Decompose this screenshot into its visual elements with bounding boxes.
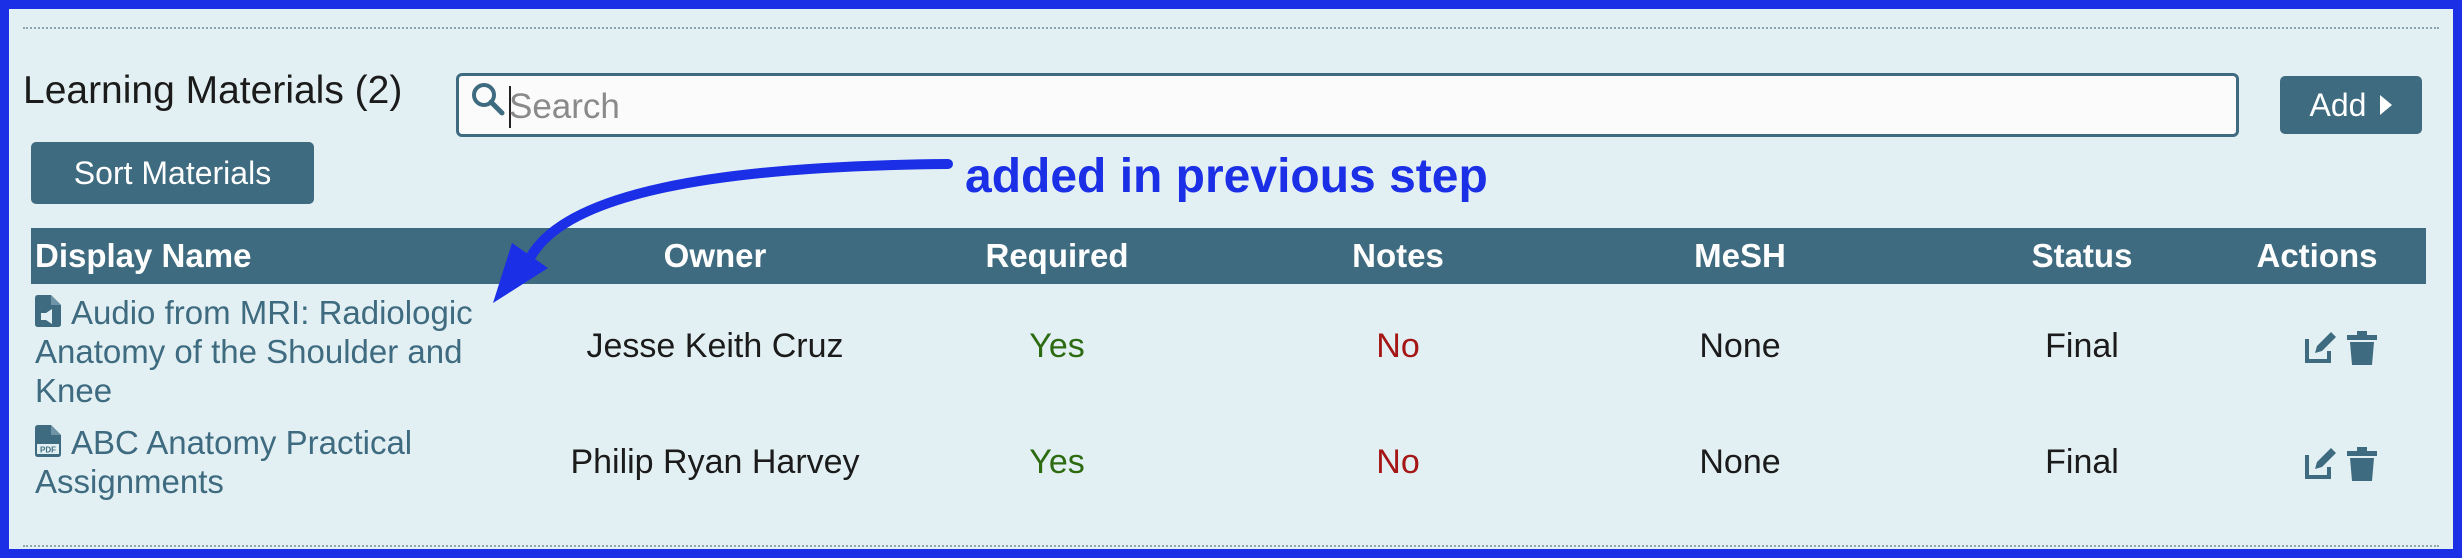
status-cell: Final	[2045, 327, 2119, 365]
row-actions	[2303, 447, 2377, 481]
add-button-label: Add	[2309, 86, 2367, 123]
notes-cell: No	[1376, 443, 1420, 481]
search-field[interactable]	[456, 73, 2239, 137]
annotation-callout: added in previous step	[965, 150, 1488, 203]
edit-icon[interactable]	[2303, 447, 2337, 481]
search-input[interactable]	[507, 84, 2211, 130]
table-header: Display Name Owner Required Notes MeSH S…	[31, 228, 2426, 284]
mesh-cell: None	[1699, 327, 1781, 365]
svg-text:PDF: PDF	[40, 446, 56, 455]
header-display-name[interactable]: Display Name	[35, 228, 251, 284]
owner-cell: Philip Ryan Harvey	[570, 443, 860, 481]
header-mesh[interactable]: MeSH	[1694, 228, 1786, 284]
search-icon	[472, 83, 505, 116]
header-owner[interactable]: Owner	[664, 228, 767, 284]
add-button[interactable]: Add	[2280, 76, 2422, 134]
material-title-link[interactable]: Audio from MRI: Radiologic Anatomy of th…	[35, 293, 515, 410]
notes-cell: No	[1376, 327, 1420, 365]
status-cell: Final	[2045, 443, 2119, 481]
header-actions: Actions	[2256, 237, 2378, 274]
sort-materials-button[interactable]: Sort Materials	[31, 142, 314, 204]
header-required[interactable]: Required	[985, 228, 1128, 284]
required-cell: Yes	[1029, 327, 1085, 365]
bottom-divider	[23, 545, 2439, 547]
material-title-link[interactable]: PDF ABC Anatomy Practical Assignments	[35, 423, 515, 501]
owner-cell: Jesse Keith Cruz	[586, 327, 844, 365]
caret-right-icon	[2380, 95, 2393, 115]
edit-icon[interactable]	[2303, 331, 2337, 365]
sort-materials-label: Sort Materials	[73, 154, 272, 191]
material-title: ABC Anatomy Practical Assignments	[35, 424, 413, 500]
header-status[interactable]: Status	[2032, 228, 2133, 284]
learning-materials-panel: Learning Materials (2) Add Sort Material…	[0, 0, 2462, 558]
pdf-file-icon: PDF	[35, 425, 61, 457]
trash-icon[interactable]	[2347, 447, 2377, 481]
header-notes[interactable]: Notes	[1352, 228, 1444, 284]
audio-file-icon	[35, 295, 61, 327]
required-cell: Yes	[1029, 443, 1085, 481]
mesh-cell: None	[1699, 443, 1781, 481]
trash-icon[interactable]	[2347, 331, 2377, 365]
top-divider	[23, 27, 2439, 29]
section-title: Learning Materials (2)	[23, 69, 403, 112]
row-actions	[2303, 331, 2377, 365]
material-title: Audio from MRI: Radiologic Anatomy of th…	[35, 294, 473, 409]
